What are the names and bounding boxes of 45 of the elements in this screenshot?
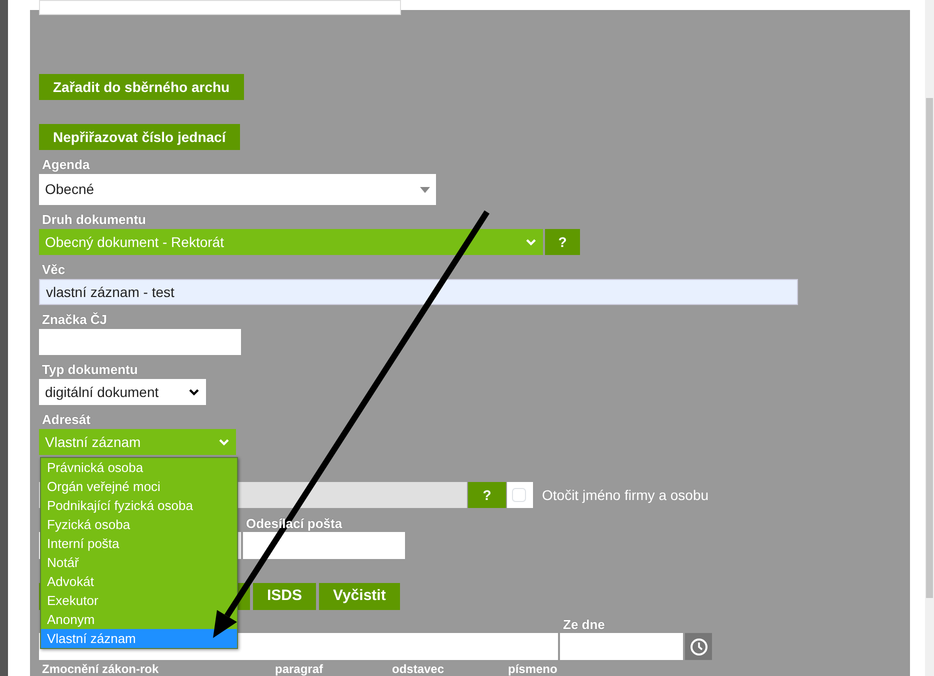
dropdown-option[interactable]: Notář (41, 553, 237, 572)
subject-field[interactable]: vlastní záznam - test (39, 279, 798, 305)
field-label: Adresát (41, 412, 92, 428)
agenda-select[interactable]: Obecné (39, 174, 436, 205)
chevron-icon (188, 388, 200, 396)
document-type-select[interactable]: Obecný dokument - Rektorát (39, 229, 543, 255)
help-button[interactable]: ? (545, 229, 580, 255)
recipient-select[interactable]: Vlastní záznam (39, 429, 236, 455)
dropdown-option[interactable]: Interní pošta (41, 534, 237, 553)
reference-field[interactable] (39, 329, 241, 355)
dropdown-option[interactable]: Anonym (41, 610, 237, 629)
field-label: Typ dokumentu (41, 362, 139, 378)
dropdown-option[interactable]: Podnikající fyzická osoba (41, 496, 237, 515)
field-label: Značka ČJ (41, 312, 108, 328)
field-label: Druh dokumentu (41, 212, 147, 228)
dropdown-option[interactable]: Exekutor (41, 591, 237, 610)
chevron-icon (525, 238, 537, 246)
chevron-icon (218, 438, 230, 446)
field-label: Věc (41, 262, 66, 278)
date-field[interactable] (560, 633, 683, 660)
checkbox-label: Otočit jméno firmy a osobu (542, 486, 709, 505)
sender-post-field[interactable] (243, 532, 405, 559)
field-label: Agenda (41, 157, 91, 173)
dropdown-triangle-icon (420, 186, 430, 192)
text-field[interactable] (39, 0, 401, 15)
dropdown-option[interactable]: Advokát (41, 572, 237, 591)
dropdown-option[interactable]: Vlastní záznam (41, 629, 237, 648)
action-button[interactable]: Zařadit do sběrného archu (39, 74, 244, 100)
column-heading: Zmocnění zákon-rok (41, 663, 160, 675)
clock-button[interactable] (685, 633, 712, 660)
help-button[interactable]: ? (468, 482, 506, 508)
clock-icon (690, 638, 708, 656)
dropdown-option[interactable]: Orgán veřejné moci (41, 477, 237, 496)
column-heading: odstavec (391, 663, 446, 675)
format-select[interactable]: digitální dokument (39, 379, 206, 405)
action-button[interactable]: ISDS (253, 583, 316, 610)
swap-checkbox[interactable] (512, 488, 526, 502)
dropdown-option[interactable]: Fyzická osoba (41, 515, 237, 534)
action-button[interactable]: Nepřiřazovat číslo jednací (39, 124, 240, 150)
column-heading: paragraf (274, 663, 324, 675)
action-button[interactable]: Vyčistit (319, 583, 400, 610)
column-heading: písmeno (507, 663, 558, 675)
field-label: Ze dne (562, 617, 606, 633)
scrollbar-thumb[interactable] (926, 98, 933, 598)
dropdown-option[interactable]: Právnická osoba (41, 458, 237, 477)
